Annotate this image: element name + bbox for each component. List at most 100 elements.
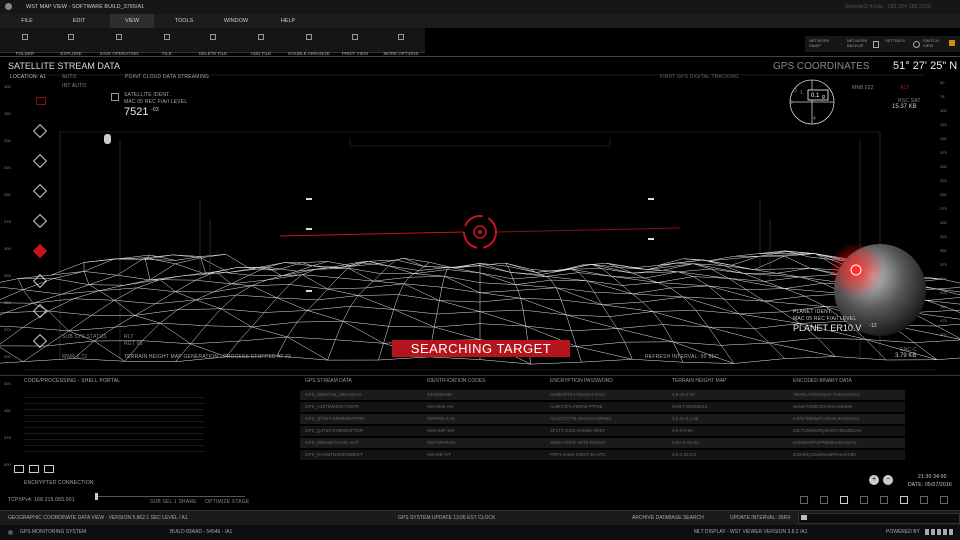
- menu-window[interactable]: WINDOW: [214, 14, 258, 28]
- view-icon[interactable]: [840, 496, 848, 504]
- satellite-rec-label: MAC 05 REC F/A/I LEVEL: [124, 99, 188, 105]
- status-bar-bottom: GPS MONITORING SYSTEM BUILD 83AAD - 5454…: [0, 525, 960, 540]
- share-slider-handle[interactable]: [95, 493, 98, 500]
- compass-tick: 1: [800, 90, 803, 96]
- header-divider: [0, 56, 960, 57]
- table-header: TERRAIN HEIGHT MAP: [672, 378, 727, 384]
- status-mlt-display: MLT DISPLAY - WST VIEWER VERSION 3.8.2 /…: [694, 529, 808, 535]
- ip-address: TCP/IPv4: 168.215.055.001: [8, 497, 75, 503]
- alert-icon: [949, 40, 955, 46]
- toolbar-add-file-button[interactable]: ADD FILE: [236, 28, 286, 56]
- status-gps-update: GPS SYSTEM UPDATE 13:05 EST CLOCK: [398, 515, 496, 521]
- table-cell: SM-4520-AN: [427, 404, 454, 409]
- toolbar-folder-button[interactable]: FOLDER: [0, 28, 50, 56]
- share-slider[interactable]: [95, 496, 245, 497]
- view-icon[interactable]: [860, 496, 868, 504]
- menu-file[interactable]: FILE: [6, 14, 48, 28]
- network-swap-button[interactable]: NETWORK SWAP: [809, 38, 829, 48]
- view-icon[interactable]: [880, 496, 888, 504]
- monitor-icon[interactable]: [14, 465, 24, 473]
- table-cell: 9.0A-5.Y0-8A: [672, 440, 700, 445]
- table-row[interactable]: GPS_A36T5W4G8-T0SFR SM-4520-AN AL8KT4P1-FB…: [300, 402, 905, 412]
- toolbar-double-arrange-button[interactable]: DOUBLE ARRANGE: [284, 28, 334, 56]
- table-row[interactable]: GPS_Q4T5T-5TMNRUFTOR SM4-B4F-MX SF1T7-GIO1…: [300, 426, 905, 436]
- toolbar-print-button[interactable]: PRINT VIEW: [330, 28, 380, 56]
- slider-label-2: OPTIMIZE STAGE: [205, 499, 250, 505]
- menu-edit[interactable]: EDIT: [58, 14, 100, 28]
- table-header: GPS STREAM DATA: [305, 378, 352, 384]
- table-cell: PRF1-4H4S-GW6T-3H-4T4: [550, 452, 606, 457]
- table-row[interactable]: GPS_RHSMTBSMR45BEKT SM-4NF-KT PRF1-4H4S-GW…: [300, 450, 905, 460]
- compass-gauge: [789, 79, 835, 125]
- toolbar-save-button[interactable]: SAVE OPERATION: [94, 28, 144, 56]
- toolbar-delete-button[interactable]: DELETE FILE: [188, 28, 238, 56]
- table-cell: GPS_QT5KT-ERMNRUFTOR: [305, 416, 365, 421]
- satellite-exp: -03: [151, 107, 159, 113]
- view-icon[interactable]: [940, 496, 948, 504]
- table-cell: GK8D4F5TJ-FB4G8-FJA01: [550, 392, 606, 397]
- search-input[interactable]: [798, 513, 960, 524]
- satellite-ident-label: SATELLITE IDENT.: [124, 92, 171, 98]
- table-cell: SM-4NF-KT: [427, 452, 451, 457]
- dot-indicator: [8, 530, 13, 535]
- status-powered-by: POWERED BY: [886, 529, 920, 535]
- toolbar-explore-button[interactable]: EXPLORE: [46, 28, 96, 56]
- refresh-interval: REFRESH INTERVAL: 00 SEC: [645, 354, 720, 360]
- switch-view-button[interactable]: SWITCH VIEW: [923, 38, 943, 48]
- network-backup-button[interactable]: NETWORK BACKUP: [847, 38, 869, 48]
- table-row[interactable]: GPS_WBH4E7H-AXL-SAT SM-T0R-RAN SBRH-7GFR-4…: [300, 438, 905, 448]
- menu-view[interactable]: VIEW: [110, 14, 154, 28]
- encrypted-connection: ENCRYPTED CONNECTION: [24, 480, 94, 486]
- folder-icon: [22, 34, 28, 40]
- status-update-interval: UPDATE INTERVAL: 26RX: [730, 515, 791, 521]
- table-row[interactable]: GPS_NBR0736_0BEA2/2.G S4O008C88 GK8D4F5TJ-…: [300, 390, 905, 400]
- table-cell: GPS_Q4T5T-5TMNRUFTOR: [305, 428, 364, 433]
- table-cell: R4N-T4WSNM1S: [672, 404, 708, 409]
- add-file-icon: [258, 34, 264, 40]
- table-cell: B18AEfyS2a8IMu6RRvu4KX8h: [793, 452, 856, 457]
- gps-data-table: GPS STREAM DATA IDENTIFICATION CODES ENC…: [300, 378, 910, 468]
- view-icon[interactable]: [900, 496, 908, 504]
- table-cell: S4O008C88: [427, 392, 452, 397]
- ruler-tick: 425: [4, 381, 11, 386]
- file-icon: [164, 34, 170, 40]
- table-cell: SM-RRK-1AS: [427, 416, 455, 421]
- clock-date: DATE: 05/07/2016: [908, 482, 952, 488]
- table-cell: 3.0.11-0.2.08: [672, 416, 699, 421]
- save-icon: [116, 34, 122, 40]
- menu-tools[interactable]: TOOLS: [162, 14, 206, 28]
- table-cell: 7BA9CAYMN1QX0-7GEx6x0k1O: [793, 392, 860, 397]
- monitor-icon[interactable]: [44, 465, 54, 473]
- ruler-tick: 450: [4, 408, 11, 413]
- zoom-out-button[interactable]: −: [883, 475, 893, 485]
- table-cell: x6A6eT098tVZX-B4V1xb6kNt: [793, 404, 853, 409]
- view-icon[interactable]: [920, 496, 928, 504]
- code-panel-title: CODE/PROCESSING - SHELL PORTAL: [24, 378, 121, 384]
- host-info: Gnsstar3742sts : 185.264.188.2256: [845, 4, 932, 10]
- monitor-icon[interactable]: [29, 465, 39, 473]
- terrain-status: TERRAIN HEIGHT MAP GENERATION - PROCESS …: [124, 354, 292, 360]
- right-red-label: ALT: [900, 85, 910, 91]
- status-gps-monitoring: GPS MONITORING SYSTEM: [20, 529, 87, 535]
- table-cell: SM4-B4F-MX: [427, 428, 455, 433]
- more-icon: [398, 34, 404, 40]
- view-icon[interactable]: [800, 496, 808, 504]
- brand-logo: [925, 529, 955, 535]
- view-icon[interactable]: [820, 496, 828, 504]
- search-icon: [801, 515, 807, 520]
- gear-icon: [913, 41, 920, 48]
- menu-help[interactable]: HELP: [266, 14, 310, 28]
- table-cell: 3.0-4.32-3.0: [672, 452, 697, 457]
- searching-target-banner: SEARCHING TARGET: [392, 340, 570, 357]
- clock-time: 21:30:34:00: [918, 474, 947, 480]
- target-reticle: [279, 215, 681, 249]
- zoom-in-button[interactable]: +: [869, 475, 879, 485]
- status-archive-search[interactable]: ARCHIVE DATABASE SEARCH: [632, 515, 704, 521]
- table-header: IDENTIFICATION CODES: [427, 378, 486, 384]
- settings-button[interactable]: SETTINGS: [885, 38, 905, 43]
- toolbar-more-button[interactable]: MORE OPTIONS: [376, 28, 426, 56]
- toolbar-file-button[interactable]: FILE: [142, 28, 192, 56]
- code-panel-lines: [24, 392, 204, 454]
- table-row[interactable]: GPS_QT5KT-ERMNRUFTOR SM-RRK-1AS ALGCFCTT8-…: [300, 414, 905, 424]
- table-cell: SF1T7-GIO1-8HM4K-3RKT: [550, 428, 606, 433]
